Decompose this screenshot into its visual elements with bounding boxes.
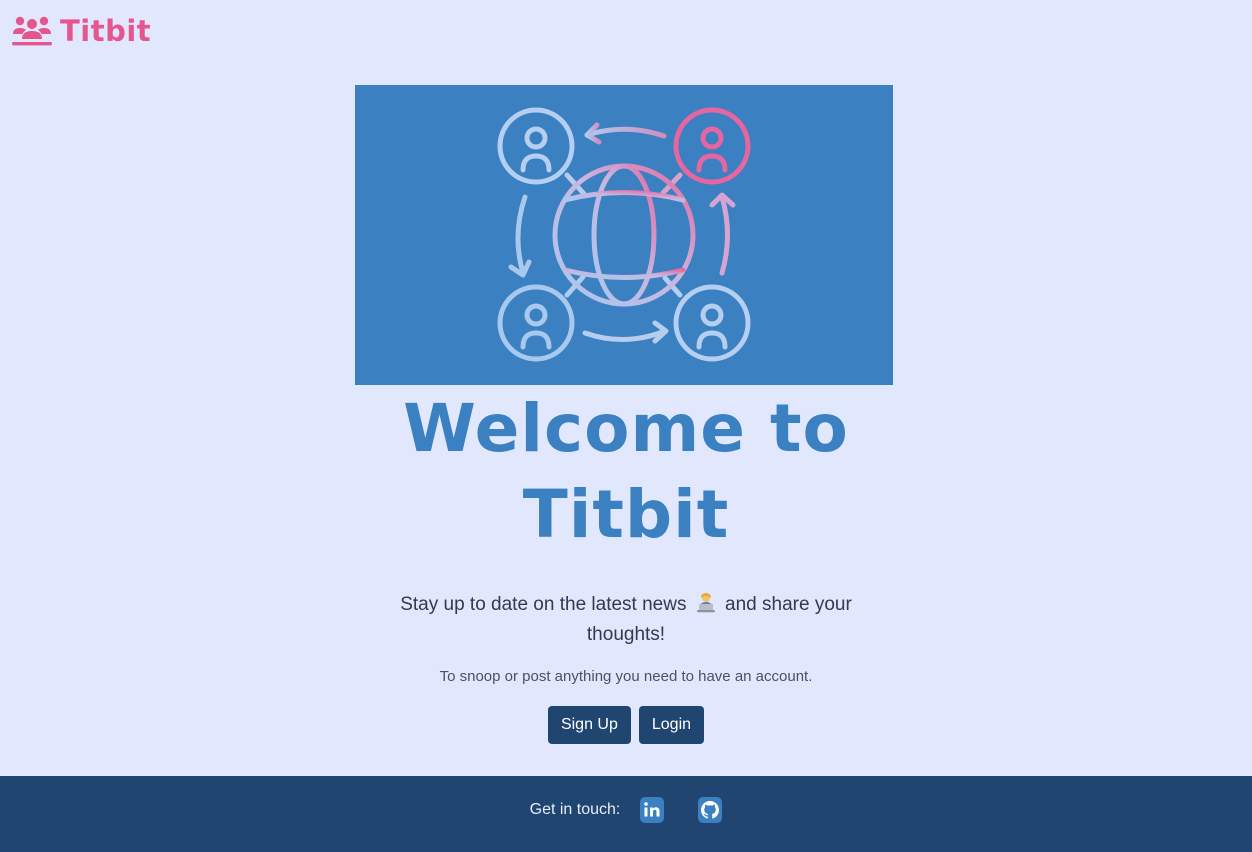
github-link[interactable] [698, 797, 723, 823]
auth-actions: Sign Up Login [0, 706, 1252, 744]
linkedin-link[interactable] [640, 797, 665, 823]
linkedin-icon [644, 802, 660, 817]
hero-image [355, 85, 893, 385]
login-button[interactable]: Login [638, 706, 705, 744]
footer-contact: Get in touch: [0, 797, 1252, 823]
global-network-icon [497, 107, 751, 362]
signup-button[interactable]: Sign Up [547, 706, 631, 744]
account-notice: To snoop or post anything you need to ha… [439, 668, 813, 685]
footer: Get in touch: [0, 776, 1252, 852]
tagline: Stay up to date on the latest news and s… [376, 590, 876, 650]
footer-label: Get in touch: [529, 801, 621, 818]
brand-name: Titbit [60, 14, 152, 48]
page: Titbit Welcome to Titbit Stay up to date… [0, 0, 1252, 852]
technologist-emoji-icon [696, 593, 716, 613]
users-icon [12, 16, 52, 46]
tagline-text-start: Stay up to date on the latest news [400, 594, 687, 615]
github-icon [701, 801, 720, 819]
brand-link[interactable]: Titbit [12, 14, 151, 48]
page-title: Welcome to Titbit [403, 390, 849, 553]
